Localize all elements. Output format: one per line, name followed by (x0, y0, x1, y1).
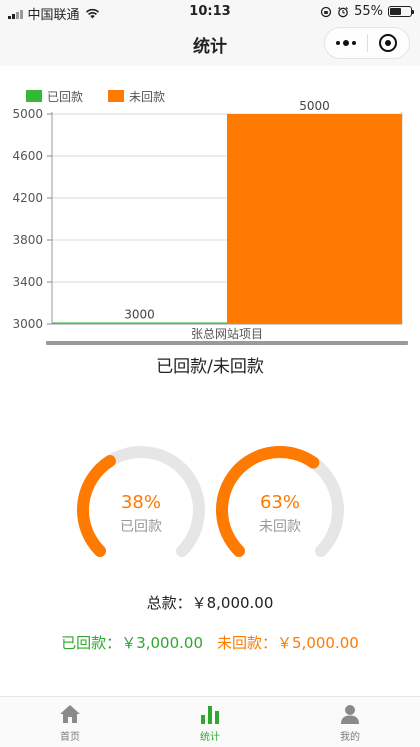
tab-home-label: 首页 (60, 732, 80, 743)
total-label: 总款： (146, 594, 192, 612)
y-tick-label-3: 4200 (12, 191, 43, 205)
more-button[interactable] (325, 28, 367, 58)
bar-chart: 已回款 未回款 3000 3400 3800 4200 4600 5000 3000 5000 张总… (0, 66, 420, 356)
user-icon (341, 705, 359, 724)
battery-icon (388, 6, 414, 17)
legend-swatch-1 (108, 90, 124, 102)
chart-bottom-bar (46, 341, 408, 345)
unpaid-value: ￥5,000.00 (277, 634, 359, 652)
paid-gauge-percent: 38% (120, 492, 161, 513)
legend-swatch-0 (26, 90, 42, 102)
bar-chart-svg: 已回款 未回款 3000 3400 3800 4200 4600 5000 3000 5000 张总… (12, 90, 408, 345)
y-tick-label-2: 3800 (12, 233, 43, 247)
battery-fill (390, 8, 401, 15)
chart-caption: 已回款/未回款 (156, 357, 264, 377)
more-icon (335, 40, 356, 46)
legend-item-0: 已回款 (26, 90, 83, 104)
total-value: ￥8,000.00 (191, 594, 274, 612)
paid-gauge-label: 已回款 (120, 519, 162, 535)
status-bar: 中国联通 10:13 55% (0, 0, 420, 23)
unpaid-gauge: 63% 未回款 (210, 440, 350, 580)
y-tick-label-0: 3000 (12, 317, 43, 331)
tab-bar: 首页 统计 我的 (0, 696, 420, 747)
y-tick-label-4: 4600 (12, 149, 43, 163)
tab-statistics[interactable]: 统计 (140, 697, 280, 747)
bar-chart-icon (201, 706, 219, 724)
unpaid-gauge-label: 未回款 (259, 519, 301, 535)
tab-profile[interactable]: 我的 (280, 697, 420, 747)
total-amount: 总款：￥8,000.00 (0, 592, 420, 613)
alarm-icon (338, 6, 348, 17)
rotation-lock-icon (320, 6, 332, 17)
legend-label-0: 已回款 (47, 90, 83, 104)
paid-label: 已回款： (61, 634, 122, 652)
y-tick-label-1: 3400 (12, 275, 43, 289)
paid-summary-row: 已回款：￥3,000.00 未回款：￥5,000.00 (0, 632, 420, 653)
bar-1 (227, 114, 402, 324)
unpaid-gauge-percent: 63% (259, 492, 300, 513)
miniprogram-capsule (324, 27, 410, 59)
tab-home[interactable]: 首页 (0, 697, 140, 747)
x-category-label: 张总网站项目 (191, 327, 263, 341)
close-miniprogram-button[interactable] (367, 28, 409, 58)
bar-value-label-1: 5000 (299, 99, 330, 113)
status-right: 55% (320, 4, 414, 19)
bar-value-label-0: 3000 (124, 308, 155, 322)
nav-bar: 统计 (0, 22, 420, 66)
unpaid-label: 未回款： (217, 634, 278, 652)
y-tick-label-5: 5000 (12, 107, 43, 121)
tab-profile-label: 我的 (340, 732, 360, 743)
paid-gauge: 38% 已回款 (71, 440, 211, 580)
home-icon (60, 705, 80, 723)
battery-percent: 55% (354, 4, 383, 19)
legend-label-1: 未回款 (129, 90, 165, 104)
paid-value: ￥3,000.00 (121, 634, 203, 652)
close-target-icon (379, 34, 398, 52)
tab-statistics-label: 统计 (200, 732, 220, 743)
legend-item-1: 未回款 (108, 90, 165, 104)
